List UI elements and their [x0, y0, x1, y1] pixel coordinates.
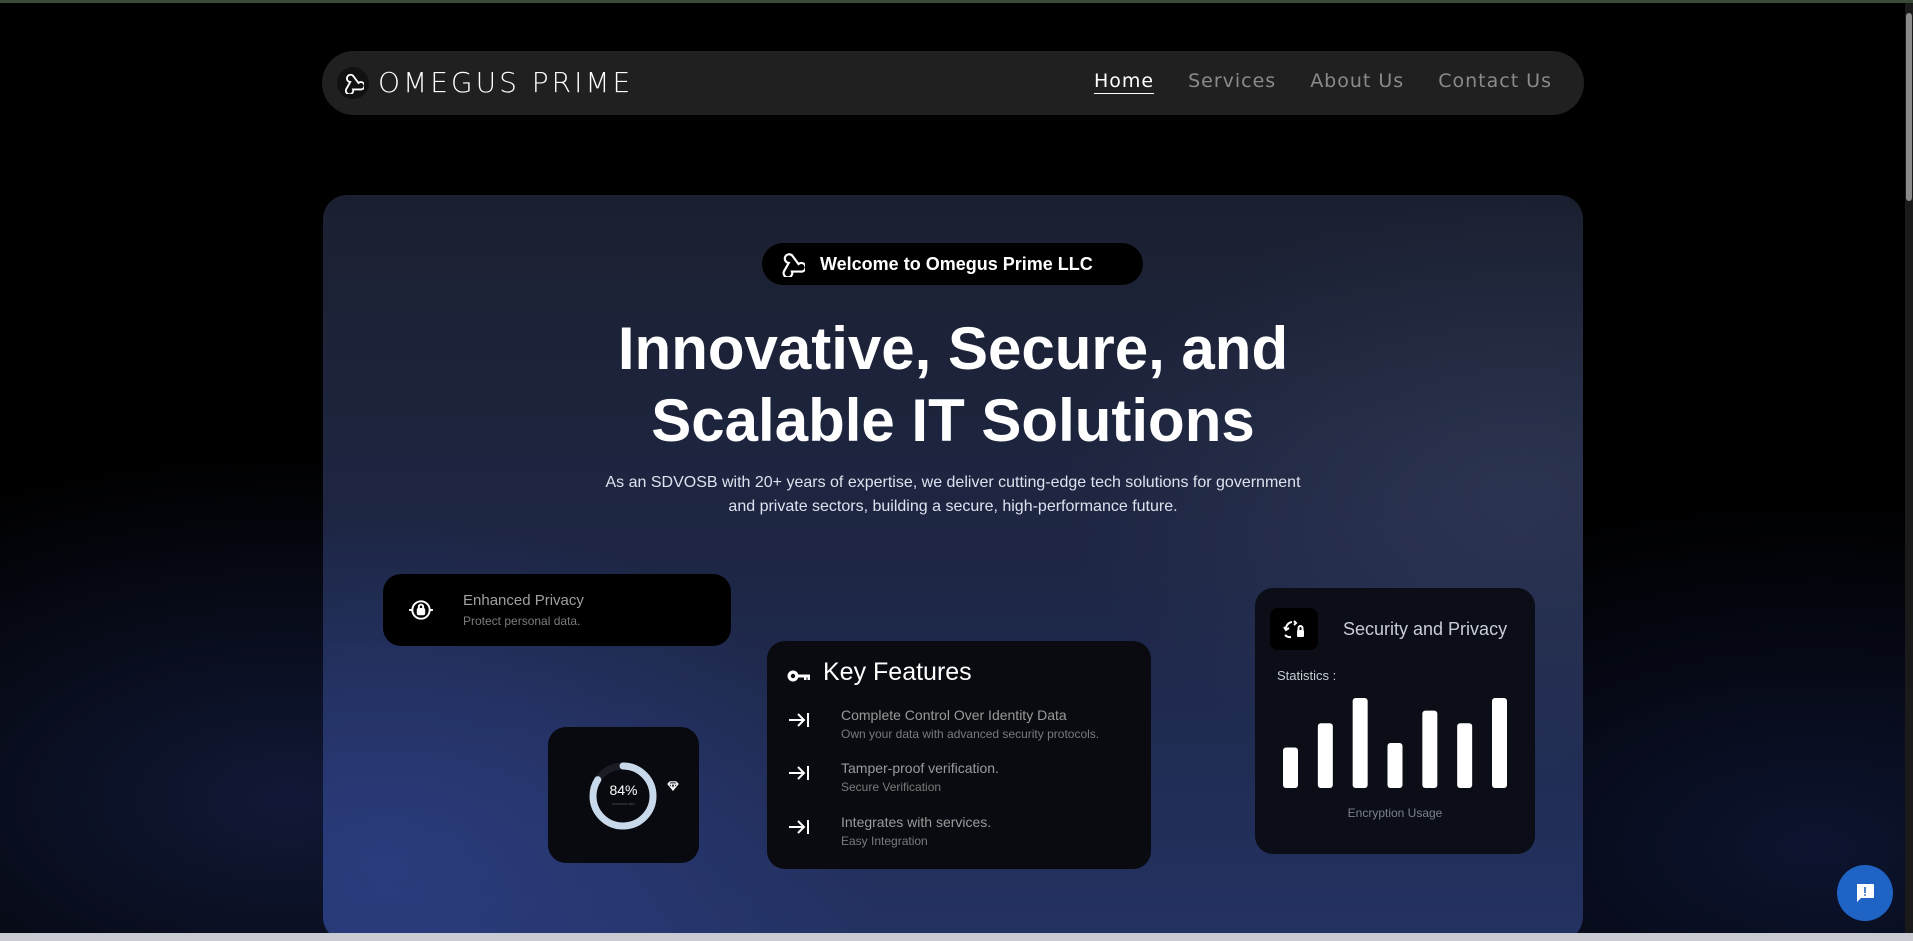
- arrow-right-to-bar-icon: [789, 820, 809, 834]
- arrow-right-to-bar-icon: [789, 713, 809, 727]
- nav-link-home[interactable]: Home: [1094, 70, 1154, 92]
- privacy-subtitle: Protect personal data.: [463, 614, 581, 628]
- feature-title: Complete Control Over Identity Data: [841, 707, 1067, 723]
- nav-links: Home Services About Us Contact Us: [1094, 70, 1552, 92]
- key-icon: [786, 663, 812, 689]
- stats-bar: [1492, 698, 1507, 788]
- encryption-bar-chart: [1283, 698, 1507, 788]
- gauge-caption: success rate: [612, 801, 635, 806]
- feature-subtitle: Easy Integration: [841, 834, 928, 848]
- key-features-card: Key Features Complete Control Over Ident…: [767, 641, 1151, 869]
- privacy-title: Enhanced Privacy: [463, 592, 584, 609]
- stats-bar: [1317, 723, 1333, 788]
- stats-title: Security and Privacy: [1343, 619, 1508, 639]
- hero-subtext: As an SDVOSB with 20+ years of expertise…: [605, 474, 1301, 515]
- navbar: OMEGUS PRIME Home Services About Us Cont…: [322, 51, 1584, 115]
- feature-subtitle: Own your data with advanced security pro…: [841, 727, 1100, 741]
- stats-caption: Encryption Usage: [1347, 806, 1443, 820]
- feature-title: Tamper-proof verification.: [841, 760, 999, 776]
- nav-link-services[interactable]: Services: [1188, 70, 1276, 92]
- welcome-badge: Welcome to Omegus Prime LLC: [762, 243, 1143, 285]
- hero-section: Welcome to Omegus Prime LLC Innovative, …: [323, 195, 1583, 941]
- gauge-value: 84%: [609, 782, 638, 798]
- hero-headline: Innovative, Secure, and Scalable IT Solu…: [323, 313, 1583, 457]
- enhanced-privacy-card: Enhanced Privacy Protect personal data.: [383, 574, 731, 646]
- arrow-right-to-bar-icon: [789, 766, 809, 780]
- chat-button[interactable]: [1837, 865, 1893, 921]
- nav-link-contact-us[interactable]: Contact Us: [1438, 70, 1552, 92]
- triskelion-icon: [778, 250, 806, 278]
- stats-bar: [1283, 747, 1298, 788]
- brand-name[interactable]: OMEGUS PRIME: [378, 66, 633, 99]
- feature-title: Integrates with services.: [841, 814, 992, 830]
- stats-bar: [1457, 723, 1473, 788]
- lock-icon: [405, 594, 437, 626]
- nav-link-about-us[interactable]: About Us: [1310, 70, 1404, 92]
- key-features-title: Key Features: [823, 658, 972, 686]
- stats-label: Statistics :: [1277, 668, 1337, 683]
- hero-headline-line1: Innovative, Secure, and: [617, 315, 1289, 382]
- hero-headline-line2: Scalable IT Solutions: [651, 387, 1255, 454]
- stats-bar: [1352, 698, 1368, 788]
- scrollbar[interactable]: [1905, 3, 1913, 935]
- security-privacy-card: Security and Privacy Statistics : Encryp…: [1255, 588, 1535, 854]
- sync-lock-icon: [1270, 608, 1318, 650]
- chat-icon: [1857, 884, 1874, 902]
- success-gauge-card: 84% success rate: [548, 727, 699, 863]
- welcome-text: Welcome to Omegus Prime LLC: [820, 253, 1093, 274]
- os-taskbar: [0, 933, 1913, 941]
- stats-bar: [1387, 743, 1403, 788]
- scrollbar-thumb[interactable]: [1906, 13, 1912, 201]
- brand-logo-icon[interactable]: [337, 67, 369, 99]
- stats-bar: [1422, 710, 1438, 788]
- feature-subtitle: Secure Verification: [841, 780, 942, 794]
